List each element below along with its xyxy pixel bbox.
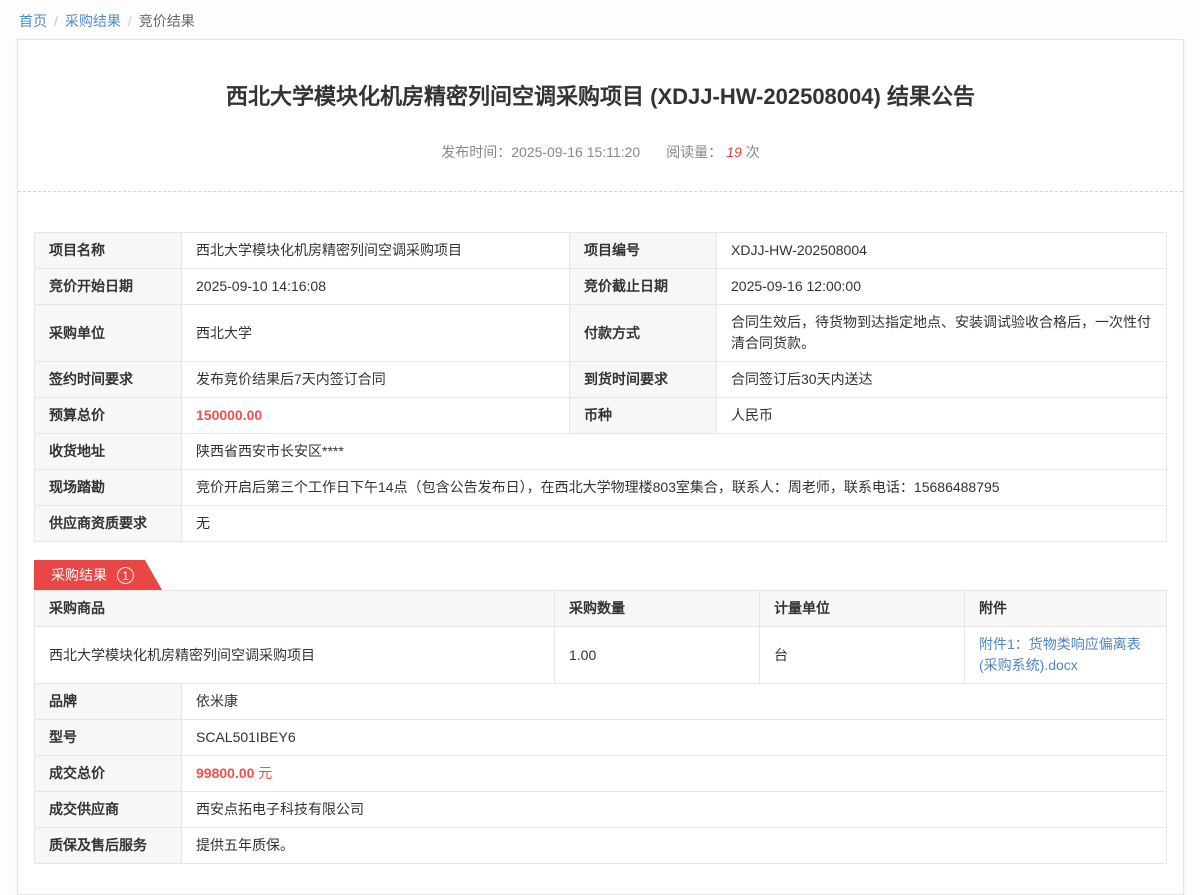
detail-label: 型号 (35, 720, 182, 756)
info-label: 项目名称 (35, 233, 182, 269)
info-value: 无 (182, 506, 1167, 542)
detail-label: 品牌 (35, 684, 182, 720)
announcement-card: 西北大学模块化机房精密列间空调采购项目 (XDJJ-HW-202508004) … (17, 39, 1184, 895)
info-value: 2025-09-10 14:16:08 (182, 269, 570, 305)
views-unit: 次 (746, 144, 760, 160)
detail-value: 提供五年质保。 (182, 828, 1167, 864)
result-header: 计量单位 (760, 591, 965, 627)
article-meta: 发布时间：2025-09-16 15:11:20 阅读量：19次 (18, 142, 1183, 162)
detail-value: SCAL501IBEY6 (182, 720, 1167, 756)
result-tab-label: 采购结果 (51, 565, 107, 585)
detail-label: 成交供应商 (35, 792, 182, 828)
breadcrumb-separator: / (54, 13, 58, 29)
page-title: 西北大学模块化机房精密列间空调采购项目 (XDJJ-HW-202508004) … (78, 40, 1123, 112)
product-quantity: 1.00 (555, 627, 760, 684)
result-section-tab: 采购结果 1 (34, 560, 1167, 590)
detail-value: 依米康 (182, 684, 1167, 720)
table-row: 现场踏勘 竞价开启后第三个工作日下午14点（包含公告发布日），在西北大学物理楼8… (35, 470, 1167, 506)
table-row: 成交总价 99800.00 元 (35, 756, 1167, 792)
product-name: 西北大学模块化机房精密列间空调采购项目 (35, 627, 555, 684)
info-value: XDJJ-HW-202508004 (717, 233, 1167, 269)
attachment-link[interactable]: 附件1：货物类响应偏离表(采购系统).docx (979, 636, 1141, 673)
info-label: 签约时间要求 (35, 362, 182, 398)
deal-total-value: 99800.00 元 (182, 756, 1167, 792)
breadcrumb: 首页 / 采购结果 / 竞价结果 (0, 0, 1200, 38)
table-row: 型号 SCAL501IBEY6 (35, 720, 1167, 756)
result-header: 附件 (965, 591, 1167, 627)
table-header-row: 采购商品 采购数量 计量单位 附件 (35, 591, 1167, 627)
table-row: 供应商资质要求 无 (35, 506, 1167, 542)
detail-label: 质保及售后服务 (35, 828, 182, 864)
deal-total-currency-suffix: 元 (254, 765, 272, 781)
result-detail-table: 品牌 依米康 型号 SCAL501IBEY6 成交总价 99800.00 元 成… (34, 683, 1167, 864)
breadcrumb-purchase-results-link[interactable]: 采购结果 (65, 13, 121, 29)
deal-total-price: 99800.00 (196, 765, 254, 781)
publish-time-value: 2025-09-16 15:11:20 (511, 144, 640, 160)
info-label: 收货地址 (35, 434, 182, 470)
views-count: 19 (726, 144, 742, 160)
info-label: 现场踏勘 (35, 470, 182, 506)
info-value: 合同签订后30天内送达 (717, 362, 1167, 398)
table-row: 收货地址 陕西省西安市长安区**** (35, 434, 1167, 470)
info-label: 付款方式 (570, 305, 717, 362)
info-label: 项目编号 (570, 233, 717, 269)
result-header: 采购商品 (35, 591, 555, 627)
info-value: 发布竞价结果后7天内签订合同 (182, 362, 570, 398)
detail-value: 西安点拓电子科技有限公司 (182, 792, 1167, 828)
publish-time-label: 发布时间： (441, 144, 511, 160)
product-attachment-cell: 附件1：货物类响应偏离表(采购系统).docx (965, 627, 1167, 684)
budget-total-price: 150000.00 (196, 407, 262, 423)
result-header: 采购数量 (555, 591, 760, 627)
table-row: 预算总价 150000.00 币种 人民币 (35, 398, 1167, 434)
table-row: 采购单位 西北大学 付款方式 合同生效后，待货物到达指定地点、安装调试验收合格后… (35, 305, 1167, 362)
views-label: 阅读量： (666, 144, 722, 160)
info-value: 竞价开启后第三个工作日下午14点（包含公告发布日），在西北大学物理楼803室集合… (182, 470, 1167, 506)
project-info-table: 项目名称 西北大学模块化机房精密列间空调采购项目 项目编号 XDJJ-HW-20… (34, 232, 1167, 542)
info-label: 币种 (570, 398, 717, 434)
table-row: 项目名称 西北大学模块化机房精密列间空调采购项目 项目编号 XDJJ-HW-20… (35, 233, 1167, 269)
breadcrumb-current: 竞价结果 (139, 13, 195, 29)
breadcrumb-home-link[interactable]: 首页 (19, 13, 47, 29)
breadcrumb-separator: / (128, 13, 132, 29)
info-value: 陕西省西安市长安区**** (182, 434, 1167, 470)
table-row: 品牌 依米康 (35, 684, 1167, 720)
result-product-table: 采购商品 采购数量 计量单位 附件 西北大学模块化机房精密列间空调采购项目 1.… (34, 590, 1167, 684)
detail-label: 成交总价 (35, 756, 182, 792)
product-unit: 台 (760, 627, 965, 684)
info-label: 竞价截止日期 (570, 269, 717, 305)
table-row: 质保及售后服务 提供五年质保。 (35, 828, 1167, 864)
info-value: 西北大学 (182, 305, 570, 362)
info-value: 人民币 (717, 398, 1167, 434)
product-row: 西北大学模块化机房精密列间空调采购项目 1.00 台 附件1：货物类响应偏离表(… (35, 627, 1167, 684)
info-label: 到货时间要求 (570, 362, 717, 398)
table-row: 成交供应商 西安点拓电子科技有限公司 (35, 792, 1167, 828)
info-label: 供应商资质要求 (35, 506, 182, 542)
table-row: 签约时间要求 发布竞价结果后7天内签订合同 到货时间要求 合同签订后30天内送达 (35, 362, 1167, 398)
info-label: 采购单位 (35, 305, 182, 362)
info-value: 2025-09-16 12:00:00 (717, 269, 1167, 305)
result-tab-count-badge: 1 (117, 567, 134, 584)
announcement-content: 项目名称 西北大学模块化机房精密列间空调采购项目 项目编号 XDJJ-HW-20… (18, 192, 1183, 894)
result-tab-shape: 采购结果 1 (34, 560, 162, 590)
info-value: 合同生效后，待货物到达指定地点、安装调试验收合格后，一次性付清合同货款。 (717, 305, 1167, 362)
info-value: 西北大学模块化机房精密列间空调采购项目 (182, 233, 570, 269)
budget-total-value: 150000.00 (182, 398, 570, 434)
info-label: 竞价开始日期 (35, 269, 182, 305)
info-label: 预算总价 (35, 398, 182, 434)
table-row: 竞价开始日期 2025-09-10 14:16:08 竞价截止日期 2025-0… (35, 269, 1167, 305)
